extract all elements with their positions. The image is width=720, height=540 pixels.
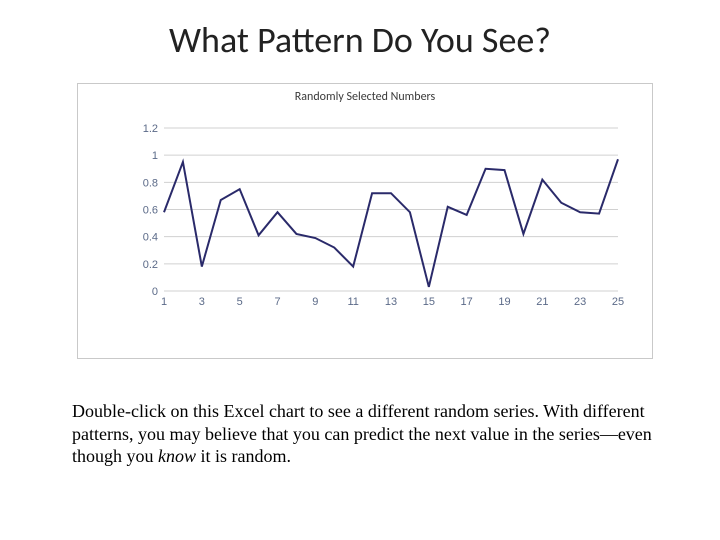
svg-text:15: 15	[423, 296, 435, 308]
svg-text:13: 13	[385, 296, 397, 308]
svg-text:1: 1	[161, 296, 167, 308]
page-title: What Pattern Do You See?	[0, 18, 720, 62]
chart-title: Randomly Selected Numbers	[78, 90, 652, 104]
svg-text:7: 7	[274, 296, 280, 308]
svg-text:3: 3	[199, 296, 205, 308]
svg-text:25: 25	[612, 296, 624, 308]
svg-text:0.4: 0.4	[143, 232, 158, 244]
svg-text:23: 23	[574, 296, 586, 308]
gridlines	[164, 128, 618, 291]
y-axis-ticks: 0 0.2 0.4 0.6 0.8 1 1.2	[143, 124, 158, 298]
line-chart: 00.20.40.60.811.2 135791113151719212325	[134, 124, 624, 309]
svg-text:19: 19	[498, 296, 510, 308]
svg-text:21: 21	[536, 296, 548, 308]
svg-text:0.8: 0.8	[143, 177, 158, 189]
slide: What Pattern Do You See? Randomly Select…	[0, 0, 720, 540]
x-axis-ticks: 135791113151719212325	[161, 296, 624, 308]
svg-text:1.2: 1.2	[143, 124, 158, 135]
svg-text:0.6: 0.6	[143, 205, 158, 217]
svg-text:17: 17	[461, 296, 473, 308]
svg-text:0: 0	[152, 286, 158, 298]
svg-text:5: 5	[237, 296, 243, 308]
data-series	[164, 159, 618, 287]
svg-text:9: 9	[312, 296, 318, 308]
caption-post: it is random.	[196, 446, 291, 466]
svg-text:1: 1	[152, 150, 158, 162]
caption-emphasis: know	[158, 446, 196, 466]
svg-text:0.2: 0.2	[143, 259, 158, 271]
svg-text:11: 11	[347, 296, 358, 308]
caption-text: Double-click on this Excel chart to see …	[72, 400, 662, 468]
chart-container[interactable]: Randomly Selected Numbers 0 0.2 0.4 0.6 0.8 1…	[77, 83, 653, 359]
